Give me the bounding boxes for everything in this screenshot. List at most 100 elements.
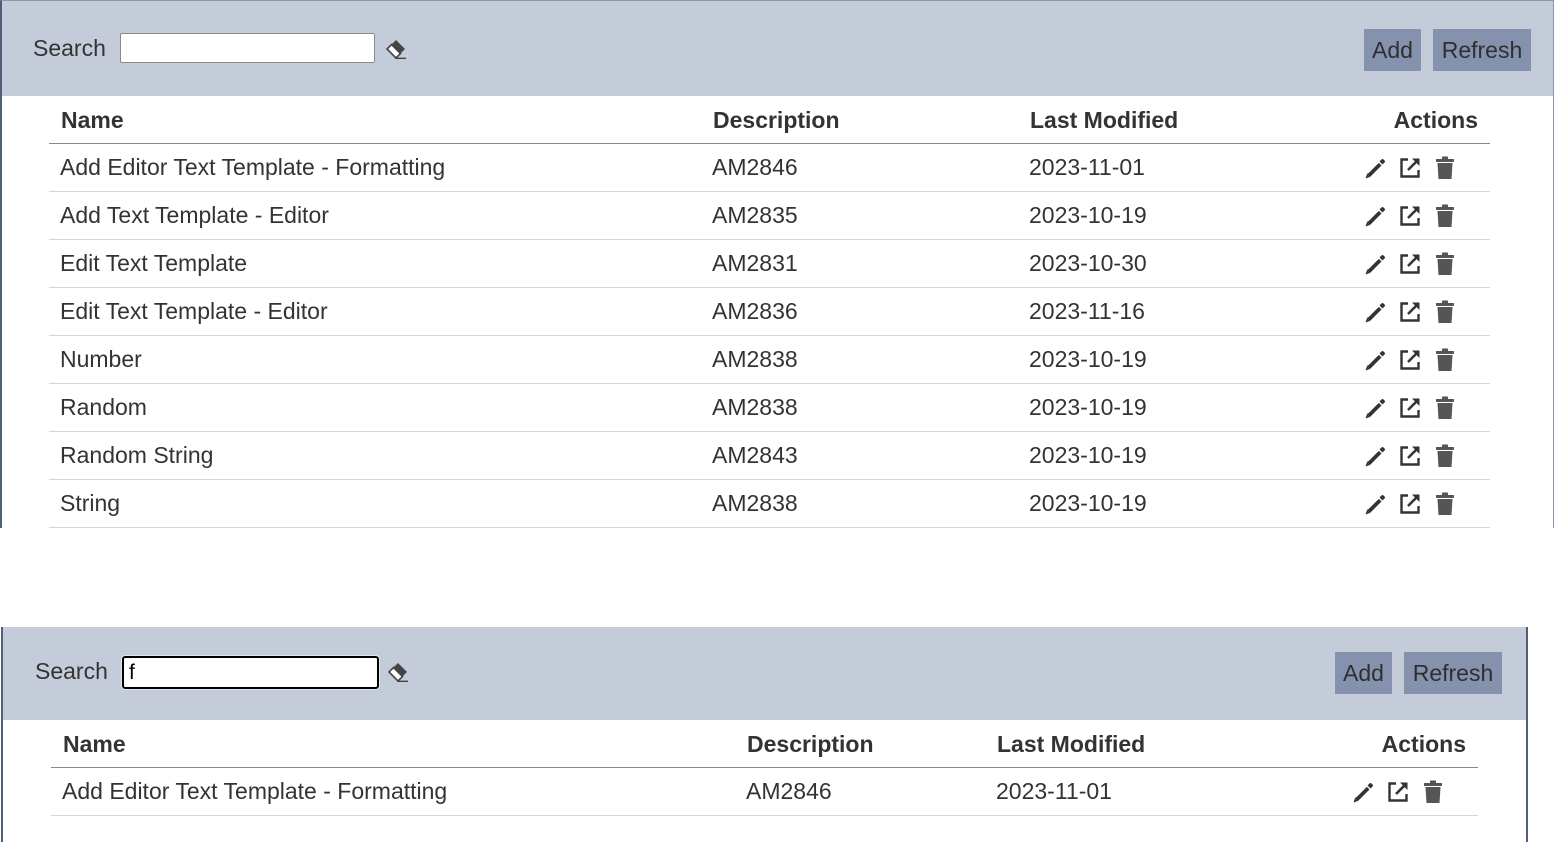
column-header-last-modified[interactable]: Last Modified bbox=[985, 721, 1285, 768]
table-row[interactable]: Add Editor Text Template - Formatting AM2… bbox=[51, 767, 1478, 816]
template-list-panel: Search Add Refresh Name Description Last… bbox=[0, 0, 1554, 528]
cell-actions bbox=[1285, 767, 1478, 816]
trash-icon[interactable] bbox=[1432, 395, 1458, 421]
external-link-icon[interactable] bbox=[1397, 203, 1423, 229]
pencil-icon[interactable] bbox=[1362, 155, 1388, 181]
cell-actions bbox=[1318, 239, 1490, 288]
templates-table: Name Description Last Modified Actions A… bbox=[49, 97, 1490, 528]
pencil-icon[interactable] bbox=[1362, 299, 1388, 325]
cell-name: Edit Text Template - Editor bbox=[49, 287, 701, 336]
search-input[interactable] bbox=[120, 33, 375, 63]
cell-name: Random String bbox=[49, 431, 701, 480]
trash-icon[interactable] bbox=[1432, 155, 1458, 181]
cell-description: AM2836 bbox=[701, 287, 1018, 336]
table-row[interactable]: Number AM2838 2023-10-19 bbox=[49, 335, 1490, 384]
external-link-icon[interactable] bbox=[1397, 443, 1423, 469]
trash-icon[interactable] bbox=[1432, 299, 1458, 325]
pencil-icon[interactable] bbox=[1350, 779, 1376, 805]
table-body: Add Editor Text Template - Formatting AM2… bbox=[49, 143, 1490, 528]
cell-name: Add Editor Text Template - Formatting bbox=[49, 143, 701, 192]
cell-actions bbox=[1318, 287, 1490, 336]
column-header-name[interactable]: Name bbox=[49, 97, 701, 144]
trash-icon[interactable] bbox=[1432, 443, 1458, 469]
eraser-icon[interactable] bbox=[383, 35, 409, 61]
cell-description: AM2838 bbox=[701, 383, 1018, 432]
external-link-icon[interactable] bbox=[1397, 347, 1423, 373]
external-link-icon[interactable] bbox=[1397, 299, 1423, 325]
cell-actions bbox=[1318, 431, 1490, 480]
table-row[interactable]: Add Editor Text Template - Formatting AM2… bbox=[49, 143, 1490, 192]
pencil-icon[interactable] bbox=[1362, 443, 1388, 469]
cell-last-modified: 2023-10-30 bbox=[1018, 239, 1318, 288]
column-header-description[interactable]: Description bbox=[735, 721, 985, 768]
column-header-actions: Actions bbox=[1318, 97, 1490, 144]
cell-last-modified: 2023-10-19 bbox=[1018, 479, 1318, 528]
cell-description: AM2838 bbox=[701, 335, 1018, 384]
cell-name: Random bbox=[49, 383, 701, 432]
external-link-icon[interactable] bbox=[1397, 395, 1423, 421]
pencil-icon[interactable] bbox=[1362, 395, 1388, 421]
search-input[interactable] bbox=[121, 655, 380, 690]
cell-name: Number bbox=[49, 335, 701, 384]
refresh-button[interactable]: Refresh bbox=[1433, 29, 1531, 71]
trash-icon[interactable] bbox=[1432, 203, 1458, 229]
pencil-icon[interactable] bbox=[1362, 203, 1388, 229]
refresh-button[interactable]: Refresh bbox=[1404, 652, 1502, 694]
filtered-template-list-panel: Search Add Refresh Name Description Last… bbox=[1, 627, 1528, 842]
column-header-name[interactable]: Name bbox=[51, 721, 735, 768]
cell-description: AM2838 bbox=[701, 479, 1018, 528]
cell-actions bbox=[1318, 191, 1490, 240]
table-row[interactable]: String AM2838 2023-10-19 bbox=[49, 479, 1490, 528]
table-body: Add Editor Text Template - Formatting AM2… bbox=[51, 767, 1478, 816]
cell-last-modified: 2023-11-01 bbox=[1018, 143, 1318, 192]
cell-actions bbox=[1318, 143, 1490, 192]
external-link-icon[interactable] bbox=[1397, 491, 1423, 517]
cell-actions bbox=[1318, 335, 1490, 384]
cell-name: Add Editor Text Template - Formatting bbox=[51, 767, 735, 816]
table-header-row: Name Description Last Modified Actions bbox=[51, 721, 1478, 768]
cell-last-modified: 2023-11-16 bbox=[1018, 287, 1318, 336]
toolbar: Search Add Refresh bbox=[3, 627, 1526, 720]
cell-last-modified: 2023-11-01 bbox=[985, 767, 1285, 816]
cell-last-modified: 2023-10-19 bbox=[1018, 335, 1318, 384]
cell-description: AM2831 bbox=[701, 239, 1018, 288]
eraser-icon[interactable] bbox=[385, 658, 411, 684]
toolbar: Search Add Refresh bbox=[2, 1, 1553, 96]
external-link-icon[interactable] bbox=[1385, 779, 1411, 805]
external-link-icon[interactable] bbox=[1397, 155, 1423, 181]
column-header-last-modified[interactable]: Last Modified bbox=[1018, 97, 1318, 144]
add-button[interactable]: Add bbox=[1335, 652, 1392, 694]
cell-description: AM2835 bbox=[701, 191, 1018, 240]
table-row[interactable]: Random String AM2843 2023-10-19 bbox=[49, 431, 1490, 480]
trash-icon[interactable] bbox=[1432, 491, 1458, 517]
trash-icon[interactable] bbox=[1432, 251, 1458, 277]
cell-name: String bbox=[49, 479, 701, 528]
pencil-icon[interactable] bbox=[1362, 251, 1388, 277]
table-row[interactable]: Random AM2838 2023-10-19 bbox=[49, 383, 1490, 432]
cell-description: AM2846 bbox=[735, 767, 985, 816]
templates-table: Name Description Last Modified Actions A… bbox=[51, 721, 1478, 816]
table-header-row: Name Description Last Modified Actions bbox=[49, 97, 1490, 144]
pencil-icon[interactable] bbox=[1362, 491, 1388, 517]
external-link-icon[interactable] bbox=[1397, 251, 1423, 277]
search-label: Search bbox=[33, 35, 106, 61]
table-row[interactable]: Edit Text Template AM2831 2023-10-30 bbox=[49, 239, 1490, 288]
search-label: Search bbox=[35, 658, 108, 684]
cell-last-modified: 2023-10-19 bbox=[1018, 191, 1318, 240]
trash-icon[interactable] bbox=[1420, 779, 1446, 805]
add-button[interactable]: Add bbox=[1364, 29, 1421, 71]
table-row[interactable]: Add Text Template - Editor AM2835 2023-10-… bbox=[49, 191, 1490, 240]
cell-name: Add Text Template - Editor bbox=[49, 191, 701, 240]
column-header-actions: Actions bbox=[1285, 721, 1478, 768]
trash-icon[interactable] bbox=[1432, 347, 1458, 373]
pencil-icon[interactable] bbox=[1362, 347, 1388, 373]
table-row[interactable]: Edit Text Template - Editor AM2836 2023-11… bbox=[49, 287, 1490, 336]
cell-last-modified: 2023-10-19 bbox=[1018, 383, 1318, 432]
cell-last-modified: 2023-10-19 bbox=[1018, 431, 1318, 480]
cell-description: AM2843 bbox=[701, 431, 1018, 480]
cell-actions bbox=[1318, 479, 1490, 528]
cell-actions bbox=[1318, 383, 1490, 432]
column-header-description[interactable]: Description bbox=[701, 97, 1018, 144]
cell-name: Edit Text Template bbox=[49, 239, 701, 288]
cell-description: AM2846 bbox=[701, 143, 1018, 192]
